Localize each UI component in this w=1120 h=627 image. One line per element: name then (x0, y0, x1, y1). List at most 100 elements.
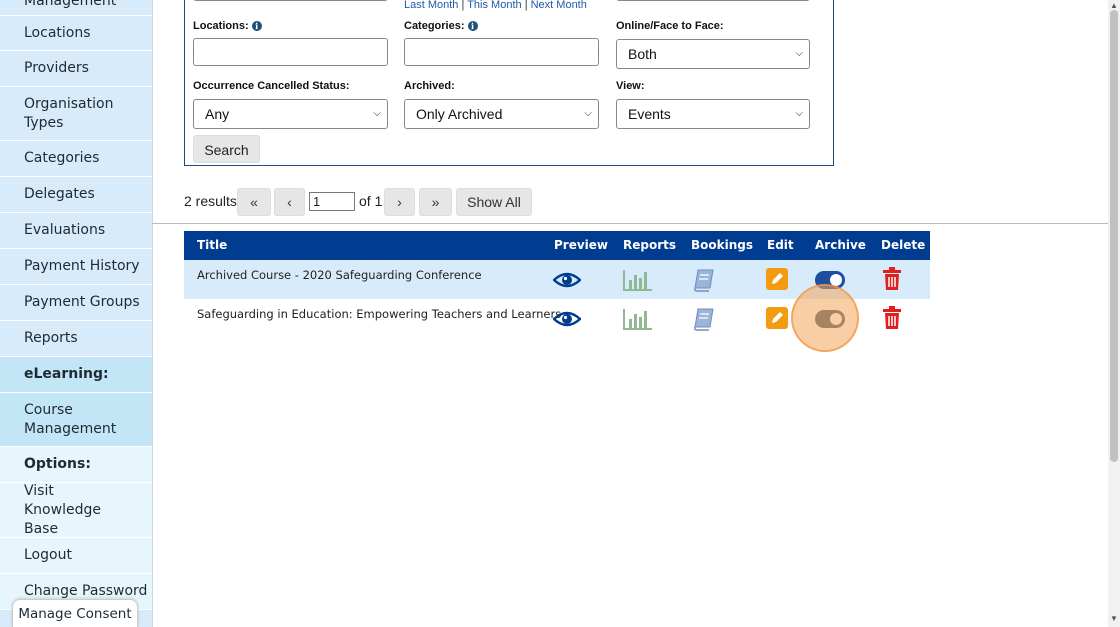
column-header-delete: Delete (881, 238, 926, 252)
bar-chart-icon[interactable] (622, 268, 654, 292)
link-separator: | (461, 0, 465, 11)
sidebar-item-organisation-types[interactable]: Organisation Types (0, 87, 152, 141)
sidebar-item-label: Reports (24, 330, 78, 346)
info-icon[interactable]: i (467, 21, 478, 32)
next-page-button[interactable]: › (384, 188, 415, 216)
cancelled-status-select[interactable]: Any ⌵ (193, 99, 388, 129)
sidebar-item-payment-history[interactable]: Payment History (0, 249, 152, 285)
scroll-down-icon[interactable]: ▼ (1110, 614, 1118, 623)
pencil-glyph (772, 273, 783, 284)
sidebar-item-label: Evaluations (24, 222, 106, 238)
sidebar-heading-elearning: eLearning: (0, 357, 152, 393)
eye-icon[interactable] (553, 309, 581, 329)
top-field-left[interactable] (193, 0, 388, 1)
last-month-link[interactable]: Last Month (404, 0, 458, 11)
month-links: Last Month | This Month | Next Month (404, 0, 587, 11)
pencil-glyph (772, 312, 783, 323)
sidebar: Management Locations Providers Organisat… (0, 0, 153, 627)
sidebar-item-label: Providers (24, 60, 89, 76)
locations-input[interactable] (193, 38, 388, 66)
table-header: Title Preview Reports Bookings Edit Arch… (184, 231, 930, 260)
sidebar-item-label: Categories (24, 150, 100, 166)
sidebar-item-label: Locations (24, 24, 91, 41)
results-count: 2 results (184, 193, 237, 209)
view-label: View: (616, 80, 645, 92)
column-header-title: Title (197, 238, 228, 252)
sidebar-item-label: Delegates (24, 186, 95, 202)
this-month-link[interactable]: This Month (467, 0, 521, 11)
categories-input[interactable] (404, 38, 599, 66)
book-icon[interactable] (692, 268, 716, 292)
select-value: Both (628, 46, 657, 62)
eye-icon[interactable] (553, 270, 581, 290)
online-face-to-face-label: Online/Face to Face: (616, 20, 724, 32)
online-face-to-face-select[interactable]: Both ⌵ (616, 39, 810, 69)
sidebar-item-label: Payment History (24, 258, 140, 274)
categories-label-text: Categories: (404, 20, 465, 32)
info-icon[interactable]: i (251, 21, 262, 32)
sidebar-item-course-management[interactable]: Course Management (0, 393, 152, 447)
show-all-button[interactable]: Show All (456, 188, 532, 216)
sidebar-item-visit-knowledge-base[interactable]: Visit Knowledge Base (0, 483, 152, 538)
locations-label-text: Locations: (193, 20, 249, 32)
chevron-down-icon: ⌵ (584, 108, 592, 119)
locations-label: Locations: i (193, 20, 262, 32)
sidebar-item-logout[interactable]: Logout (0, 538, 152, 574)
scroll-up-icon[interactable]: ▲ (1110, 1, 1118, 10)
select-value: Events (628, 106, 671, 122)
column-header-preview: Preview (554, 238, 609, 252)
sidebar-item-locations[interactable]: Locations (0, 16, 152, 51)
chevron-down-icon: ⌵ (795, 48, 803, 59)
pencil-icon[interactable] (766, 268, 788, 290)
column-header-edit: Edit (767, 238, 794, 252)
click-highlight (791, 284, 859, 352)
next-month-link[interactable]: Next Month (531, 0, 587, 11)
sidebar-item-label: Course Management (24, 401, 117, 437)
sidebar-item-delegates[interactable]: Delegates (0, 177, 152, 213)
sidebar-item-label: Organisation Types (24, 95, 114, 131)
column-header-bookings: Bookings (691, 238, 754, 252)
sidebar-item-management[interactable]: Management (0, 0, 152, 16)
sidebar-item-categories[interactable]: Categories (0, 141, 152, 177)
archived-select[interactable]: Only Archived ⌵ (404, 99, 599, 129)
divider (152, 223, 1108, 224)
scrollbar[interactable]: ▲ ▼ (1108, 0, 1120, 627)
view-select[interactable]: Events ⌵ (616, 99, 810, 129)
trash-icon[interactable] (881, 267, 903, 291)
sidebar-item-label: Payment Groups (24, 294, 140, 310)
chevron-down-icon: ⌵ (373, 108, 381, 119)
archived-label: Archived: (404, 80, 455, 92)
top-field-right[interactable] (616, 0, 810, 1)
select-value: Any (205, 106, 230, 122)
sidebar-heading-label: Options: (24, 456, 91, 472)
categories-label: Categories: i (404, 20, 478, 32)
first-page-button[interactable]: « (237, 188, 271, 216)
sidebar-heading-options: Options: (0, 447, 152, 483)
sidebar-item-label: Management (24, 0, 117, 9)
search-button[interactable]: Search (193, 135, 260, 163)
sidebar-item-label: Visit Knowledge Base (24, 482, 101, 537)
sidebar-item-payment-groups[interactable]: Payment Groups (0, 285, 152, 321)
column-header-archive: Archive (815, 238, 866, 252)
cancelled-status-label: Occurrence Cancelled Status: (193, 80, 350, 92)
course-title: Archived Course - 2020 Safeguarding Conf… (197, 268, 482, 282)
sidebar-item-evaluations[interactable]: Evaluations (0, 213, 152, 249)
chevron-down-icon: ⌵ (795, 108, 803, 119)
manage-consent-button[interactable]: Manage Consent (12, 599, 138, 627)
scroll-thumb[interactable] (1110, 10, 1118, 462)
prev-page-button[interactable]: ‹ (274, 188, 305, 216)
select-value: Only Archived (416, 106, 503, 122)
page-total: of 1 (359, 193, 383, 209)
trash-icon[interactable] (881, 306, 903, 330)
pencil-icon[interactable] (766, 307, 788, 329)
link-separator: | (524, 0, 528, 11)
sidebar-item-providers[interactable]: Providers (0, 51, 152, 87)
last-page-button[interactable]: » (419, 188, 452, 216)
course-title: Safeguarding in Education: Empowering Te… (197, 307, 562, 321)
page-number-input[interactable]: 1 (309, 192, 355, 211)
book-icon[interactable] (692, 307, 716, 331)
sidebar-item-reports[interactable]: Reports (0, 321, 152, 357)
bar-chart-icon[interactable] (622, 307, 654, 331)
sidebar-heading-label: eLearning: (24, 366, 109, 382)
sidebar-item-label: Logout (24, 547, 72, 563)
